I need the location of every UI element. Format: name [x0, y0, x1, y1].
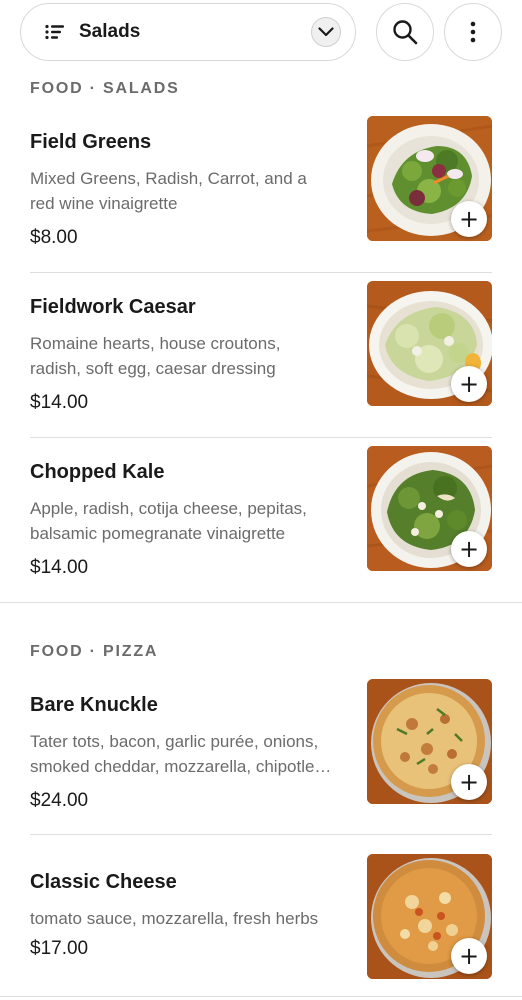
item-name: Bare Knuckle — [30, 694, 158, 716]
add-to-cart-button[interactable]: + — [451, 366, 487, 402]
item-description: Romaine hearts, house croutons, radish, … — [30, 334, 281, 378]
section-divider — [0, 602, 522, 603]
item-name: Classic Cheese — [30, 871, 177, 893]
item-description: Tater tots, bacon, garlic purée, onions,… — [30, 732, 332, 776]
item-price: $17.00 — [30, 938, 89, 959]
divider — [0, 996, 522, 997]
item-price: $14.00 — [30, 557, 89, 578]
more-options-button[interactable] — [444, 3, 502, 61]
add-to-cart-button[interactable]: + — [451, 531, 487, 567]
menu-item[interactable]: Classic Cheese tomato sauce, mozzarella,… — [0, 854, 522, 1000]
add-to-cart-button[interactable]: + — [451, 201, 487, 237]
item-price: $14.00 — [30, 392, 89, 413]
search-button[interactable] — [376, 3, 434, 61]
divider — [30, 272, 492, 273]
section-title-salads: FOOD · SALADS — [30, 80, 180, 97]
add-to-cart-button[interactable]: + — [451, 764, 487, 800]
section-title-pizza: FOOD · PIZZA — [30, 643, 159, 660]
category-selector[interactable]: Salads — [20, 3, 356, 61]
item-name: Field Greens — [30, 131, 152, 153]
item-name: Fieldwork Caesar — [30, 296, 196, 318]
search-icon — [393, 20, 418, 45]
item-description: tomato sauce, mozzarella, fresh herbs — [30, 909, 319, 928]
divider — [30, 834, 492, 835]
list-icon — [45, 24, 65, 40]
item-price: $24.00 — [30, 790, 89, 811]
chevron-down-icon[interactable] — [311, 17, 341, 47]
item-price: $8.00 — [30, 227, 78, 248]
divider — [30, 437, 492, 438]
category-label: Salads — [79, 21, 141, 42]
item-name: Chopped Kale — [30, 461, 165, 483]
item-description: Apple, radish, cotija cheese, pepitas, b… — [30, 499, 307, 543]
more-vertical-icon — [470, 21, 476, 43]
item-description: Mixed Greens, Radish, Carrot, and a red … — [30, 169, 307, 213]
add-to-cart-button[interactable]: + — [451, 938, 487, 974]
top-bar: Salads — [0, 0, 522, 70]
